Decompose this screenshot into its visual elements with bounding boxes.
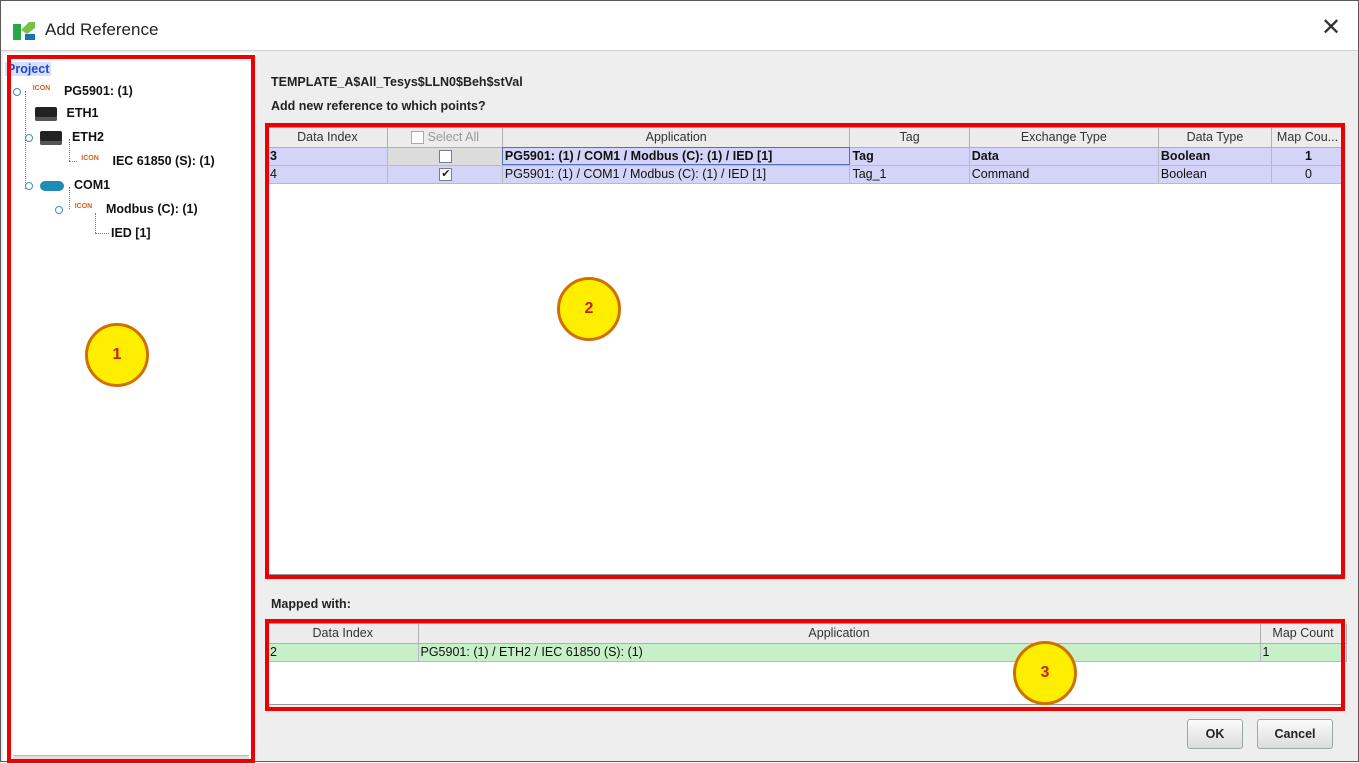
row-checkbox-checked[interactable]: ✔	[439, 168, 453, 182]
table-row[interactable]: 2 PG5901: (1) / ETH2 / IEC 61850 (S): (1…	[268, 643, 1347, 662]
tree-item-modbus[interactable]: ICON Modbus (C): (1)	[55, 199, 198, 219]
mapped-table: Data Index Application Map Count 2 PG590…	[267, 623, 1347, 705]
app-logo-icon	[13, 22, 35, 40]
expand-toggle-icon[interactable]	[55, 205, 63, 214]
mapped-with-label: Mapped with:	[271, 597, 351, 611]
window-title: Add Reference	[45, 20, 159, 39]
tree-item-label: Modbus (C): (1)	[105, 202, 198, 216]
ethernet-icon	[35, 106, 57, 121]
cell-select	[387, 147, 503, 166]
title-bar: Add Reference ✕	[1, 1, 1358, 51]
cancel-button[interactable]: Cancel	[1257, 719, 1333, 749]
cell-tag: Tag_1	[849, 165, 970, 184]
cell-data-index: 4	[268, 165, 388, 184]
tree-root-project[interactable]: Project	[5, 62, 52, 76]
cell-tag: Tag	[849, 147, 970, 166]
points-table: Data Index Select All Application Tag Ex…	[267, 127, 1345, 575]
tree-item-eth1[interactable]: ETH1	[35, 103, 98, 123]
column-header-application[interactable]: Application	[418, 624, 1261, 644]
tree-item-pg5901[interactable]: ICON PG5901: (1)	[13, 81, 133, 101]
tree-item-label: IED [1]	[111, 226, 151, 240]
close-icon[interactable]: ✕	[1318, 14, 1344, 40]
pg-icon: ICON	[81, 155, 99, 163]
expand-toggle-icon[interactable]	[25, 181, 33, 190]
select-all-header[interactable]: Select All	[387, 128, 503, 148]
cell-map-count: 1	[1271, 147, 1344, 166]
tree-item-com1[interactable]: COM1	[25, 175, 110, 195]
cell-data-type: Boolean	[1158, 147, 1273, 166]
expand-toggle-icon[interactable]	[13, 87, 21, 96]
tree-item-label: ETH1	[66, 106, 99, 120]
project-tree-panel: Project ICON PG5901: (1) ETH1 ETH2 ICON …	[3, 53, 255, 761]
cell-exchange-type: Data	[969, 147, 1159, 166]
ethernet-icon	[40, 130, 63, 145]
column-header-map-count[interactable]: Map Cou...	[1271, 128, 1344, 148]
column-header-data-index[interactable]: Data Index	[268, 624, 419, 644]
annotation-marker-3: 3	[1013, 641, 1077, 705]
cell-application: PG5901: (1) / ETH2 / IEC 61850 (S): (1)	[418, 643, 1261, 662]
horizontal-scrollbar[interactable]	[13, 755, 249, 761]
table-row[interactable]: 3 PG5901: (1) / COM1 / Modbus (C): (1) /…	[268, 147, 1344, 166]
select-all-checkbox[interactable]	[410, 131, 424, 145]
serial-port-icon	[40, 180, 65, 191]
cell-exchange-type: Command	[969, 165, 1159, 184]
cell-map-count: 1	[1260, 643, 1347, 662]
tree-item-eth2[interactable]: ETH2	[25, 127, 104, 147]
tree-item-label: ETH2	[71, 130, 104, 144]
cell-data-type: Boolean	[1158, 165, 1273, 184]
tree-item-label: COM1	[73, 178, 111, 192]
column-header-data-index[interactable]: Data Index	[268, 128, 388, 148]
table-row[interactable]: 4 ✔ PG5901: (1) / COM1 / Modbus (C): (1)…	[268, 165, 1344, 184]
expand-toggle-icon[interactable]	[25, 133, 33, 142]
tree-item-iec61850[interactable]: ICON IEC 61850 (S): (1)	[77, 151, 215, 171]
select-all-label: Select All	[427, 130, 480, 145]
annotation-marker-1: 1	[85, 323, 149, 387]
ok-button[interactable]: OK	[1187, 719, 1243, 749]
column-header-application[interactable]: Application	[502, 128, 851, 148]
cell-map-count: 0	[1271, 165, 1344, 184]
column-header-tag[interactable]: Tag	[849, 128, 970, 148]
column-header-data-type[interactable]: Data Type	[1158, 128, 1273, 148]
cell-data-index: 2	[268, 643, 419, 662]
tree-connector	[69, 161, 77, 162]
column-header-map-count[interactable]: Map Count	[1260, 624, 1347, 644]
tree-connector	[95, 233, 109, 234]
cell-application: PG5901: (1) / COM1 / Modbus (C): (1) / I…	[502, 147, 851, 166]
cell-select: ✔	[387, 165, 503, 184]
reference-panel: TEMPLATE_A$All_Tesys$LLN0$Beh$stVal Add …	[257, 53, 1358, 761]
annotation-marker-2: 2	[557, 277, 621, 341]
row-checkbox[interactable]	[439, 150, 453, 164]
tree-item-label: PG5901: (1)	[63, 84, 133, 98]
tree-item-ied1[interactable]: IED [1]	[111, 223, 151, 243]
pg-icon: ICON	[32, 85, 51, 93]
reference-prompt: Add new reference to which points?	[271, 99, 486, 113]
cell-application: PG5901: (1) / COM1 / Modbus (C): (1) / I…	[502, 165, 851, 184]
column-header-exchange-type[interactable]: Exchange Type	[969, 128, 1159, 148]
pg-icon: ICON	[74, 203, 93, 211]
tree-item-label: IEC 61850 (S): (1)	[112, 154, 215, 168]
add-reference-dialog: Add Reference ✕ Project ICON PG5901: (1)…	[0, 0, 1359, 763]
reference-name: TEMPLATE_A$All_Tesys$LLN0$Beh$stVal	[271, 75, 523, 89]
cell-data-index: 3	[268, 147, 388, 166]
